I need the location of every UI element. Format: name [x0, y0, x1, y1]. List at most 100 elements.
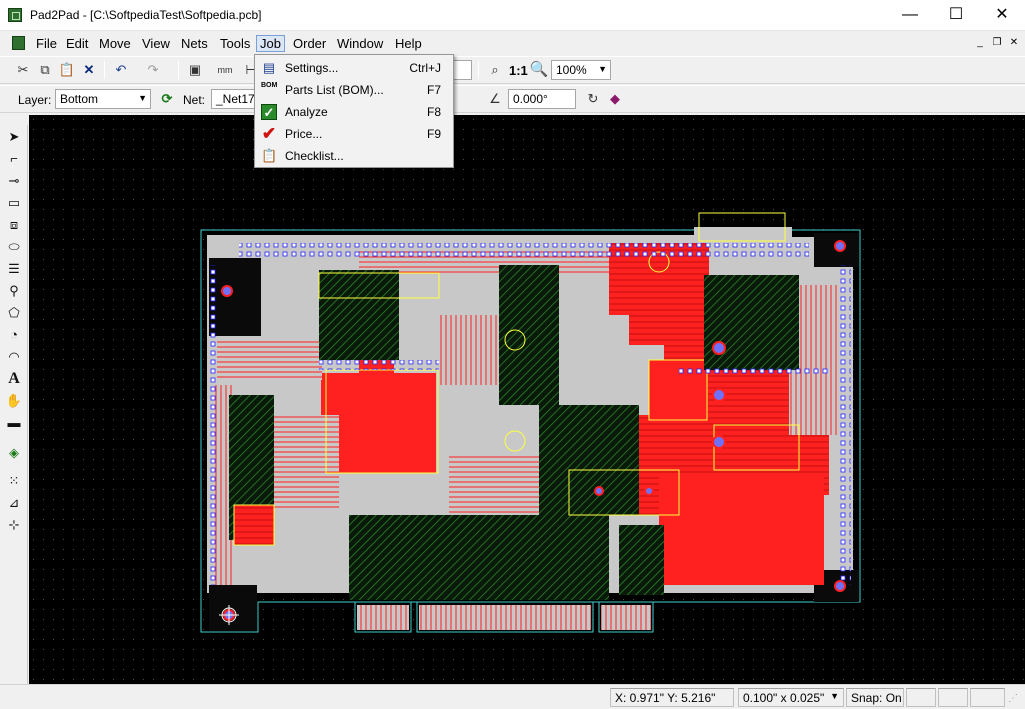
title-bar: Pad2Pad - [C:\SoftpediaTest\Softpedia.pc…	[0, 0, 1025, 31]
menu-item-shortcut: F8	[426, 105, 441, 119]
app-icon	[8, 8, 22, 22]
mdi-minimize-button[interactable]: _	[973, 38, 987, 50]
delete-icon[interactable]: ✕	[78, 59, 100, 81]
rectangle-icon[interactable]: ▭	[3, 193, 25, 213]
menu-bar: File Edit Move View Nets Tools Job Order…	[0, 32, 1025, 55]
menu-edit[interactable]: Edit	[63, 36, 91, 53]
mdi-restore-button[interactable]: ❐	[990, 38, 1004, 50]
document-icon[interactable]	[12, 36, 25, 50]
menu-view[interactable]: View	[139, 36, 173, 53]
redo-icon[interactable]: ↷	[142, 59, 164, 81]
close-button[interactable]: ✕	[979, 0, 1025, 31]
maximize-button[interactable]: ☐	[933, 0, 979, 31]
checklist-icon: 📋	[261, 148, 278, 163]
select-arrow-icon[interactable]: ➤	[3, 127, 25, 147]
menu-nets[interactable]: Nets	[178, 36, 211, 53]
component-outline	[233, 504, 275, 546]
grid-size-select[interactable]: 0.100" x 0.025" ▼	[738, 688, 844, 707]
grid-size-value: 0.100" x 0.025"	[743, 691, 825, 705]
menu-window[interactable]: Window	[334, 36, 386, 53]
angle-input[interactable]: 0.000°	[508, 89, 576, 109]
net-input[interactable]: _Net17	[211, 89, 257, 109]
zoom-icon[interactable]: 🔍	[528, 59, 550, 81]
menu-file[interactable]: File	[33, 36, 60, 53]
chevron-down-icon: ▼	[598, 64, 607, 74]
mounting-hole	[712, 341, 726, 355]
job-menu-item-checklist[interactable]: 📋 Checklist...	[257, 145, 451, 167]
units-mm-icon[interactable]: mm	[214, 59, 236, 81]
undo-icon[interactable]: ↶	[110, 59, 132, 81]
angle-icon[interactable]: ∠	[484, 88, 506, 110]
pad-row	[679, 365, 829, 375]
green-trace-region	[319, 270, 399, 360]
ruler-icon[interactable]: ▬	[3, 413, 25, 433]
board-cutout	[209, 585, 257, 631]
menu-help[interactable]: Help	[392, 36, 425, 53]
stack-icon[interactable]: ☰	[3, 259, 25, 279]
zoom-fit-icon[interactable]: ⌕	[484, 59, 506, 81]
paste-icon[interactable]: 📋	[56, 59, 78, 81]
status-pane-empty	[938, 688, 968, 707]
drill-icon[interactable]: ⚲	[3, 281, 25, 301]
net-value: _Net17	[216, 92, 255, 106]
arc-icon[interactable]: ◠	[3, 347, 25, 367]
job-menu-item-price[interactable]: ✔ Price... F9	[257, 123, 451, 145]
resize-grip-icon[interactable]: ⋰	[1008, 693, 1020, 705]
menu-item-label: Price...	[285, 127, 323, 141]
green-trace-region	[499, 265, 559, 405]
toolbar-separator	[178, 61, 179, 79]
toolbar-separator	[478, 61, 479, 79]
copy-icon[interactable]: ⧉	[34, 59, 56, 81]
grid-dots-icon[interactable]: ⁙	[3, 471, 25, 491]
angle-value: 0.000°	[513, 92, 548, 106]
layers-icon[interactable]: ◈	[3, 443, 25, 463]
menu-item-shortcut: Ctrl+J	[409, 61, 441, 75]
properties-icon[interactable]: ▣	[184, 59, 206, 81]
edge-fingers	[357, 605, 651, 630]
layer-select[interactable]: Bottom ▼	[55, 89, 151, 109]
green-trace-region	[704, 275, 799, 370]
copper-pour-bottom-right	[659, 475, 824, 585]
mounting-hole	[712, 388, 726, 402]
pcb-canvas[interactable]	[29, 115, 1025, 684]
polygon-icon[interactable]: ⬠	[3, 303, 25, 323]
text-tool-icon[interactable]: A	[3, 369, 25, 389]
status-bar: X: 0.971" Y: 5.216" 0.100" x 0.025" ▼ Sn…	[0, 684, 1025, 709]
rotate-icon[interactable]: ↻	[582, 88, 604, 110]
zoom-one-to-one-button[interactable]: 1:1	[509, 63, 528, 78]
menu-tools[interactable]: Tools	[217, 36, 253, 53]
green-trace-region	[349, 515, 609, 600]
menu-job[interactable]: Job	[256, 35, 285, 52]
snap-angle-icon[interactable]: ⊿	[3, 493, 25, 513]
mdi-close-button[interactable]: ✕	[1007, 38, 1021, 50]
library-icon[interactable]: ◆	[604, 88, 626, 110]
trace-region	[439, 315, 499, 385]
menu-order[interactable]: Order	[290, 36, 329, 53]
layer-value: Bottom	[60, 92, 99, 106]
ellipse-icon[interactable]: ⬭	[3, 237, 25, 257]
cursor-coordinates: X: 0.971" Y: 5.216"	[610, 688, 734, 707]
job-menu-item-settings[interactable]: ▤ Settings... Ctrl+J	[257, 57, 451, 79]
snap-toggle[interactable]: Snap: On	[846, 688, 904, 707]
cut-icon[interactable]: ✂	[12, 59, 34, 81]
window-title: Pad2Pad - [C:\SoftpediaTest\Softpedia.pc…	[30, 8, 262, 22]
net-label: Net:	[183, 93, 206, 107]
minimize-button[interactable]: —	[887, 0, 933, 31]
job-menu-item-analyze[interactable]: ✓ Analyze F8	[257, 101, 451, 123]
route-icon[interactable]: ⊸	[3, 171, 25, 191]
menu-move[interactable]: Move	[96, 36, 134, 53]
zoom-level-select[interactable]: 100% ▼	[551, 60, 611, 80]
component-icon[interactable]: ⧈	[3, 215, 25, 235]
origin-icon[interactable]: ⊹	[3, 515, 25, 535]
mounting-hole	[644, 486, 654, 496]
job-menu-item-parts-list[interactable]: BOM Parts List (BOM)... F7	[257, 79, 451, 101]
pad-row	[239, 243, 809, 257]
hand-pan-icon[interactable]: ✋	[3, 391, 25, 411]
refresh-icon[interactable]: ⟳	[156, 88, 178, 110]
circle-icon[interactable]: ◔	[3, 325, 25, 345]
status-pane-empty	[906, 688, 936, 707]
pcb-drawing	[29, 115, 1025, 684]
trace-icon[interactable]: ⌐	[3, 149, 25, 169]
mounting-hole	[712, 435, 726, 449]
menu-item-label: Settings...	[285, 61, 339, 75]
